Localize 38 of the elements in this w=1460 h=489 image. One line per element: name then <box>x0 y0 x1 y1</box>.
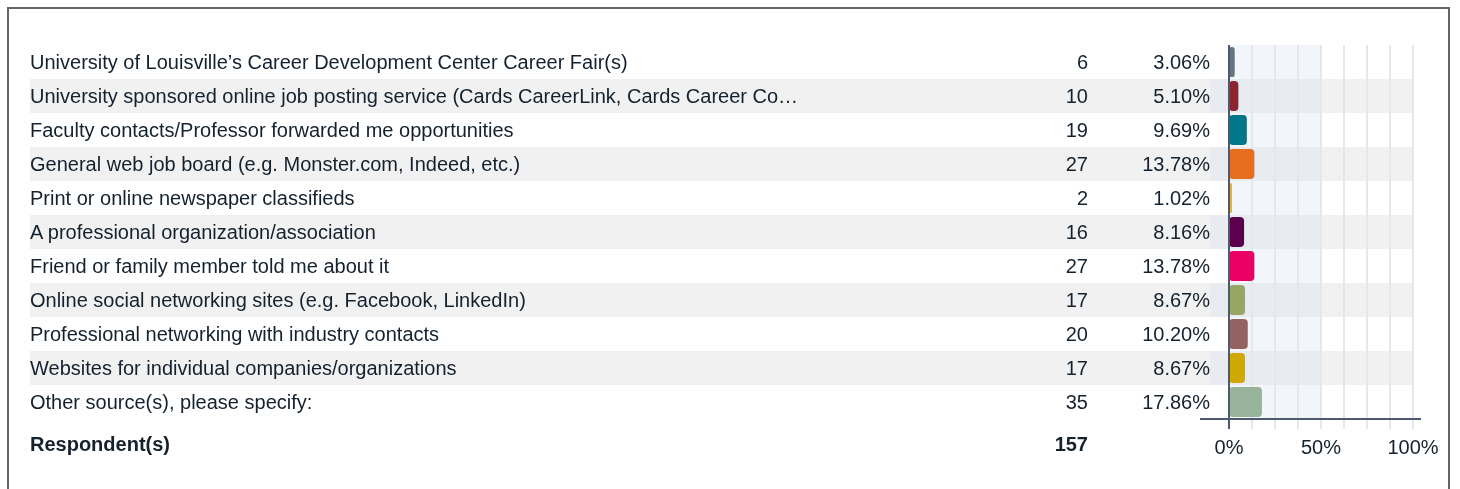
answer-label: Faculty contacts/Professor forwarded me opportunities <box>30 117 515 143</box>
answer-label: Professional networking with industry contacts <box>30 321 441 347</box>
answer-label: Friend or family member told me about it <box>30 253 391 279</box>
percent-value: 1.02% <box>1152 185 1210 211</box>
count-value: 2 <box>1075 185 1088 211</box>
count-value: 16 <box>1000 215 1088 249</box>
count-value: 27 <box>1000 147 1088 181</box>
count-value: 6 <box>1075 49 1088 75</box>
percent-value: 3.06% <box>1152 49 1210 75</box>
respondents-count: 157 <box>1053 431 1088 457</box>
answer-label: Other source(s), please specify: <box>30 389 314 415</box>
percent-value: 17.86% <box>1141 389 1210 415</box>
answer-label: A professional organization/association <box>30 215 1000 249</box>
answer-label: Online social networking sites (e.g. Facebook, LinkedIn) <box>30 283 1000 317</box>
count-value: 19 <box>1064 117 1088 143</box>
percent-value: 13.78% <box>1141 253 1210 279</box>
percent-value: 9.69% <box>1152 117 1210 143</box>
answer-label: University of Louisville’s Career Development Center Career Fair(s) <box>30 49 629 75</box>
answer-label: Websites for individual companies/organizations <box>30 351 1000 385</box>
respondents-label: Respondent(s) <box>30 431 171 457</box>
count-value: 35 <box>1064 389 1088 415</box>
count-value: 27 <box>1064 253 1088 279</box>
count-value: 17 <box>1000 351 1088 385</box>
answer-label: Print or online newspaper classifieds <box>30 185 356 211</box>
percent-value: 8.67% <box>1088 283 1210 317</box>
percent-value: 5.10% <box>1088 79 1210 113</box>
axis-tick-label: 50% <box>1301 436 1341 458</box>
percent-value: 10.20% <box>1141 321 1210 347</box>
answer-label: General web job board (e.g. Monster.com, Indeed, etc.) <box>30 147 1000 181</box>
count-value: 17 <box>1000 283 1088 317</box>
count-value: 10 <box>1000 79 1088 113</box>
percent-value: 8.16% <box>1088 215 1210 249</box>
axis-tick-label: 0% <box>1214 436 1244 458</box>
answer-label: University sponsored online job posting service (Cards CareerLink, Cards Career Co… <box>30 79 1000 113</box>
percent-value: 13.78% <box>1088 147 1210 181</box>
count-value: 20 <box>1064 321 1088 347</box>
percent-value: 8.67% <box>1088 351 1210 385</box>
axis-tick-label: 100% <box>1387 436 1439 458</box>
